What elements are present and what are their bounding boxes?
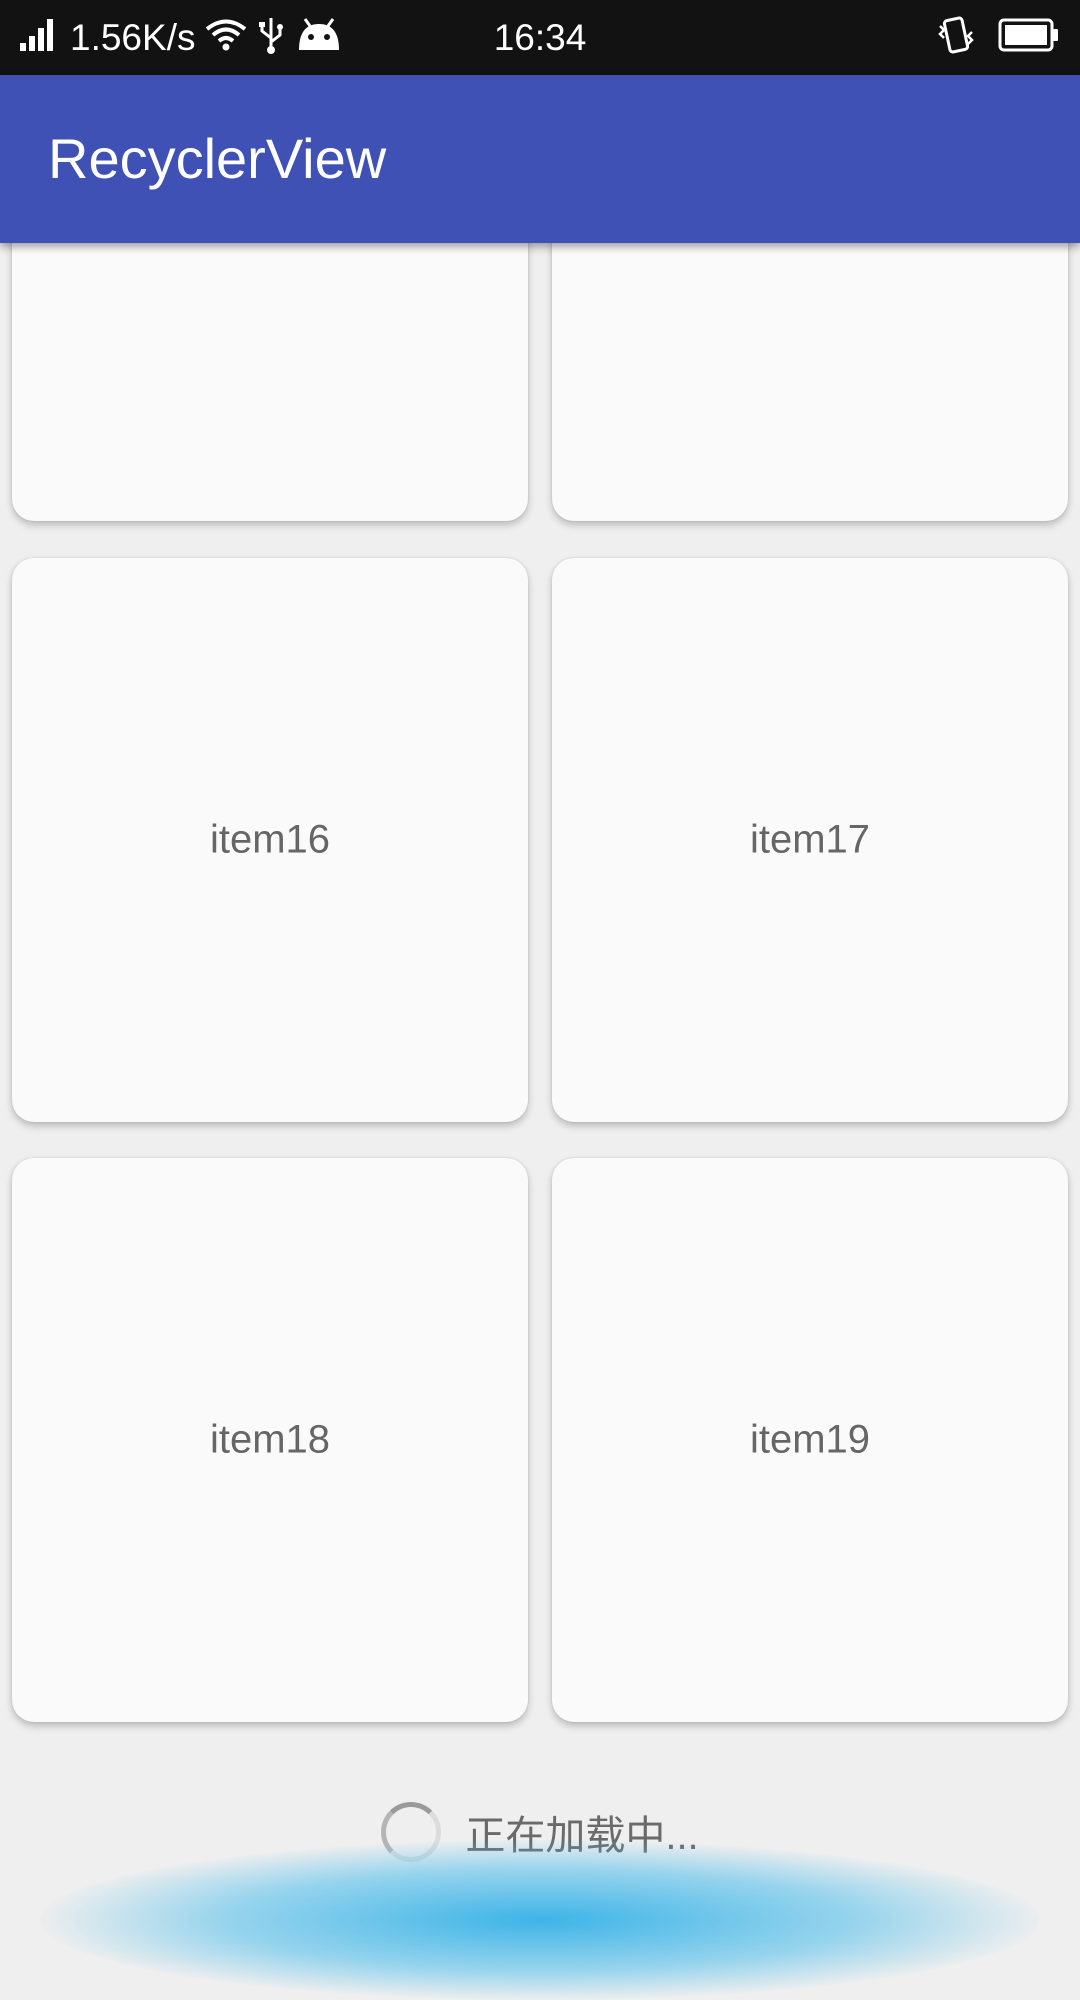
list-item-card[interactable]: item14 xyxy=(12,243,528,521)
list-item-card[interactable]: item19 xyxy=(552,1158,1068,1722)
app-title: RecyclerView xyxy=(48,127,387,190)
status-bar: 1.56K/s 16:34 xyxy=(0,0,1080,75)
item-label: item17 xyxy=(749,817,871,862)
vibrate-icon xyxy=(936,16,976,59)
status-right xyxy=(936,0,1060,75)
list-item-card[interactable]: item18 xyxy=(12,1158,528,1722)
overscroll-glow xyxy=(40,1840,1040,2000)
item-label: item18 xyxy=(209,1417,331,1462)
item-label: item19 xyxy=(749,1417,871,1462)
status-clock: 16:34 xyxy=(493,17,587,58)
app-bar: RecyclerView xyxy=(0,75,1080,243)
list-item-card[interactable]: item16 xyxy=(12,558,528,1122)
item-label: item16 xyxy=(209,817,331,862)
list-item-card[interactable]: item15 xyxy=(552,243,1068,521)
list-item-card[interactable]: item17 xyxy=(552,558,1068,1122)
recycler-list[interactable]: item14 item15 item16 item17 item18 item1… xyxy=(0,243,1080,1920)
battery-icon xyxy=(998,18,1060,57)
